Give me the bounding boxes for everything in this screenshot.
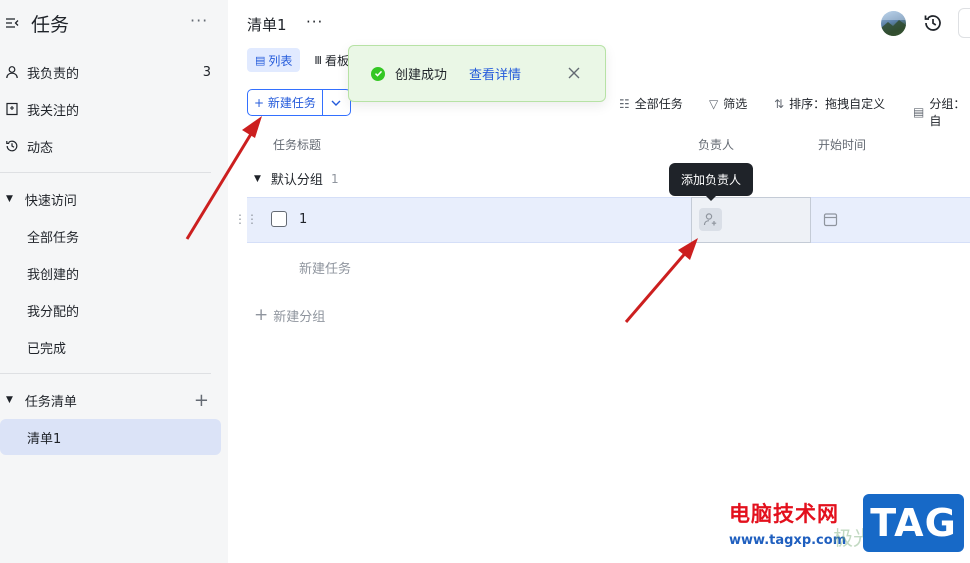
annotation-arrow	[624, 249, 690, 323]
success-toast: 创建成功 查看详情	[348, 45, 606, 102]
sidebar-item-completed[interactable]: 已完成	[0, 329, 221, 365]
section-quick-access[interactable]: ▼ 快速访问	[0, 181, 221, 217]
watermark-site-name: 电脑技术网	[729, 502, 839, 526]
sidebar-item-activity[interactable]: 动态	[0, 128, 221, 164]
sidebar-item-label: 我创建的	[27, 267, 80, 283]
group-icon: ▤	[913, 105, 925, 119]
history-icon[interactable]	[922, 12, 944, 34]
toolbar-label: 全部任务	[634, 97, 683, 111]
watermark-url: www.tagxp.com	[729, 533, 847, 548]
toolbar-label: 筛选	[723, 97, 748, 111]
calendar-icon[interactable]	[823, 212, 838, 227]
sidebar-header: 任务 ···	[0, 0, 228, 46]
page-title: 清单1	[247, 16, 287, 34]
caret-down-icon: ▼	[254, 173, 261, 184]
tab-list[interactable]: ▤ 列表	[247, 48, 301, 72]
sidebar-item-assigned-by-me[interactable]: 我分配的	[0, 292, 221, 328]
sort-icon: ⇅	[774, 96, 785, 111]
view-tabs: ▤ 列表 Ⅲ 看板	[247, 48, 357, 72]
table-row[interactable]	[247, 197, 970, 243]
filter-button[interactable]: ▽ 筛选	[709, 95, 747, 112]
divider	[0, 172, 211, 173]
toolbar-label: 分组：自	[929, 97, 966, 128]
chevron-down-icon	[331, 100, 341, 106]
sidebar-item-label: 动态	[27, 140, 54, 156]
new-task-dropdown[interactable]	[322, 89, 351, 116]
new-task-inline-button[interactable]: 新建任务	[299, 258, 351, 277]
history-icon	[4, 138, 20, 154]
new-group-button[interactable]: + 新建分组	[254, 305, 325, 325]
sidebar-item-all-tasks[interactable]: 全部任务	[0, 218, 221, 254]
sort-button[interactable]: ⇅ 排序：拖拽自定义	[774, 95, 885, 112]
new-task-group: + 新建任务	[247, 89, 351, 116]
list-view-icon: ▤	[255, 53, 266, 67]
toast-message: 创建成功	[395, 68, 448, 83]
new-group-label: 新建分组	[273, 309, 326, 325]
sidebar-item-label: 全部任务	[27, 230, 80, 246]
caret-down-icon: ▼	[6, 194, 13, 204]
sidebar: 任务 ··· 我负责的 3 我关注的 动态 ▼ 快速访问 全部任务 我创建的 我…	[0, 0, 228, 563]
app-window: 任务 ··· 我负责的 3 我关注的 动态 ▼ 快速访问 全部任务 我创建的 我…	[0, 0, 970, 563]
task-title[interactable]: 1	[299, 212, 307, 227]
group-label: 默认分组	[270, 173, 323, 188]
sidebar-item-count: 3	[202, 64, 211, 80]
column-header-assignee: 负责人	[698, 138, 735, 152]
sidebar-item-list-1[interactable]: 清单1	[0, 419, 221, 455]
board-view-icon: Ⅲ	[314, 53, 323, 67]
new-task-button[interactable]: + 新建任务	[247, 89, 323, 116]
drag-handle-icon[interactable]: ⋮⋮	[234, 212, 258, 226]
plus-icon: +	[254, 305, 269, 325]
avatar[interactable]	[881, 11, 906, 36]
sidebar-more-icon[interactable]: ···	[190, 11, 208, 30]
section-task-lists[interactable]: ▼ 任务清单 +	[0, 382, 221, 418]
group-header[interactable]: ▼ 默认分组 1	[254, 169, 339, 189]
filter-icon: ▽	[709, 96, 719, 111]
add-assignee-icon[interactable]	[699, 208, 722, 231]
collapse-sidebar-icon[interactable]	[4, 15, 20, 31]
column-header-start-time: 开始时间	[818, 138, 867, 152]
all-tasks-filter[interactable]: ☷ 全部任务	[619, 95, 683, 112]
watermark-badge: TAG	[863, 494, 964, 552]
section-label: 任务清单	[24, 394, 77, 410]
sidebar-item-following[interactable]: 我关注的	[0, 91, 221, 127]
tab-label: 看板	[325, 53, 350, 68]
sidebar-item-created-by-me[interactable]: 我创建的	[0, 255, 221, 291]
group-button[interactable]: ▤ 分组：自	[913, 95, 970, 129]
section-label: 快速访问	[24, 193, 77, 209]
more-options-icon[interactable]: ···	[306, 13, 323, 31]
toolbar-label: 排序：拖拽自定义	[789, 97, 886, 111]
sidebar-item-my-responsible[interactable]: 我负责的 3	[0, 54, 221, 90]
column-header-title: 任务标题	[273, 138, 322, 152]
close-icon[interactable]	[567, 66, 581, 80]
sidebar-title: 任务	[31, 14, 70, 36]
sidebar-item-label: 已完成	[27, 341, 67, 357]
sidebar-item-label: 清单1	[27, 431, 62, 447]
edge-button[interactable]	[958, 8, 970, 38]
divider	[0, 373, 211, 374]
annotation-arrowhead	[242, 116, 262, 138]
checklist-icon: ☷	[619, 96, 630, 111]
task-checkbox[interactable]	[271, 211, 287, 227]
tooltip: 添加负责人	[669, 163, 753, 196]
tab-label: 列表	[268, 53, 293, 68]
group-count: 1	[330, 171, 339, 186]
add-list-icon[interactable]: +	[194, 390, 209, 411]
sidebar-item-label: 我负责的	[27, 66, 80, 82]
person-icon	[4, 64, 20, 80]
sidebar-item-label: 我关注的	[27, 103, 80, 119]
caret-down-icon: ▼	[6, 395, 13, 405]
bookmark-icon	[4, 101, 20, 117]
sidebar-item-label: 我分配的	[27, 304, 80, 320]
check-circle-icon	[371, 66, 385, 81]
tooltip-arrow	[705, 195, 717, 201]
view-details-link[interactable]: 查看详情	[469, 64, 521, 83]
